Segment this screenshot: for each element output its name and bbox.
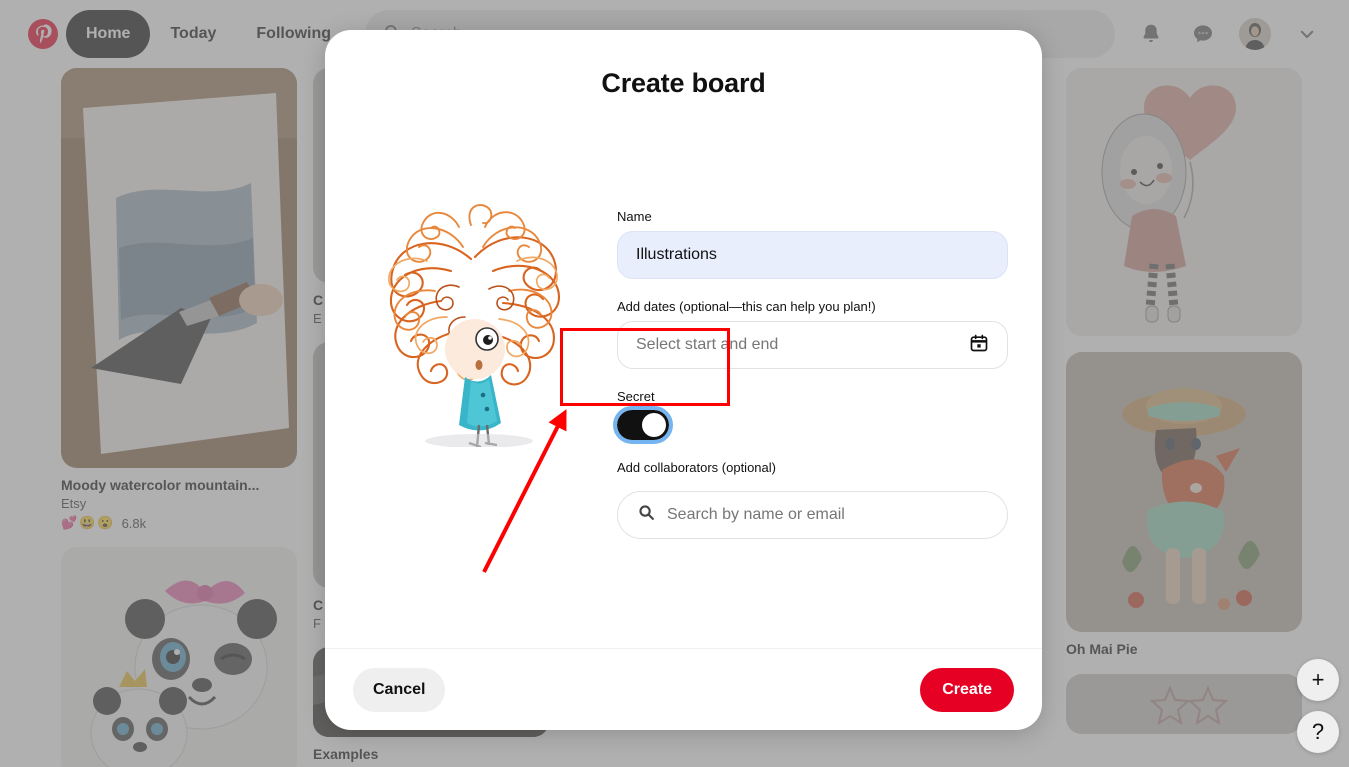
help-button[interactable]: ? xyxy=(1297,711,1339,753)
dates-field-group: Add dates (optional—this can help you pl… xyxy=(617,299,1008,369)
pinterest-logo-icon[interactable] xyxy=(28,19,58,49)
dates-input[interactable]: Select start and end xyxy=(617,321,1008,369)
nav-label-following: Following xyxy=(256,25,332,42)
pin-card[interactable]: Oh Mai Pie xyxy=(1066,352,1302,658)
notifications-bell-icon[interactable] xyxy=(1129,12,1173,56)
dates-placeholder: Select start and end xyxy=(636,336,779,353)
calendar-icon[interactable] xyxy=(969,333,989,358)
board-name-input[interactable]: Illustrations xyxy=(617,231,1008,279)
pin-card[interactable] xyxy=(1066,674,1302,735)
question-mark-icon: ? xyxy=(1311,719,1325,744)
pin-source: Etsy xyxy=(61,496,87,512)
pinterest-page: Home Today Following Search xyxy=(0,0,1349,767)
reaction-surprised-icon: 😮 xyxy=(97,515,114,531)
pin-image[interactable] xyxy=(61,68,297,468)
create-button[interactable]: + xyxy=(1297,659,1339,701)
board-preview xyxy=(325,121,617,648)
collaborators-placeholder: Search by name or email xyxy=(667,506,845,523)
reaction-count: 6.8k xyxy=(121,515,147,531)
pin-title: Examples xyxy=(313,746,379,763)
modal-footer: Cancel Create xyxy=(325,648,1042,730)
feed-column-3: Oh Mai Pie xyxy=(1066,68,1302,750)
modal-body: Name Illustrations Add dates (optional—t… xyxy=(325,99,1042,648)
cancel-button[interactable]: Cancel xyxy=(353,667,446,712)
pin-card[interactable]: Moody watercolor mountain... Etsy 💕 😃 😮 … xyxy=(61,68,297,531)
pin-title: Moody watercolor mountain... xyxy=(61,477,260,493)
pin-reactions: 💕 😃 😮 6.8k xyxy=(61,515,297,531)
avatar-image xyxy=(1239,18,1271,50)
nav-item-home[interactable]: Home xyxy=(66,10,151,58)
chevron-down-icon[interactable] xyxy=(1285,12,1329,56)
secret-toggle-group: Secret xyxy=(613,389,1008,444)
pin-image[interactable] xyxy=(1066,352,1302,632)
pin-image[interactable] xyxy=(1066,68,1302,336)
pin-title: Oh Mai Pie xyxy=(1066,641,1138,657)
feed-column-1: Moody watercolor mountain... Etsy 💕 😃 😮 … xyxy=(61,68,297,767)
pin-card[interactable] xyxy=(61,547,297,767)
secret-toggle[interactable] xyxy=(613,406,673,444)
toggle-knob xyxy=(642,413,666,437)
secret-toggle-label: Secret xyxy=(617,389,655,404)
avatar[interactable] xyxy=(1233,12,1277,56)
nav-label-home: Home xyxy=(86,25,131,42)
floating-action-buttons: + ? xyxy=(1297,659,1339,753)
reaction-grin-icon: 😃 xyxy=(79,515,96,531)
dates-field-label: Add dates (optional—this can help you pl… xyxy=(617,299,876,314)
nav-item-today[interactable]: Today xyxy=(150,10,236,58)
reaction-heart-icon: 💕 xyxy=(61,515,78,531)
search-icon xyxy=(638,504,667,526)
create-board-modal: Create board Name Illustrations Add date… xyxy=(325,30,1042,730)
pin-card[interactable] xyxy=(1066,68,1302,336)
messages-bubble-icon[interactable] xyxy=(1181,12,1225,56)
create-button-submit[interactable]: Create xyxy=(920,667,1014,712)
board-name-value: Illustrations xyxy=(636,246,717,263)
name-field-label: Name xyxy=(617,209,652,224)
modal-title: Create board xyxy=(601,68,766,98)
create-board-form: Name Illustrations Add dates (optional—t… xyxy=(613,121,1042,648)
nav-label-today: Today xyxy=(170,25,217,42)
pin-image[interactable] xyxy=(1066,674,1302,735)
collaborators-search-input[interactable]: Search by name or email xyxy=(617,491,1008,539)
curly-hair-girl-illustration-icon xyxy=(355,199,587,449)
collaborators-field-label: Add collaborators (optional) xyxy=(617,460,776,475)
header-icon-group xyxy=(1129,12,1335,56)
name-field-group: Name Illustrations xyxy=(617,209,1008,279)
pin-image[interactable] xyxy=(61,547,297,767)
plus-icon: + xyxy=(1311,667,1325,692)
collaborators-field-group: Add collaborators (optional) Search by n… xyxy=(617,460,1008,539)
